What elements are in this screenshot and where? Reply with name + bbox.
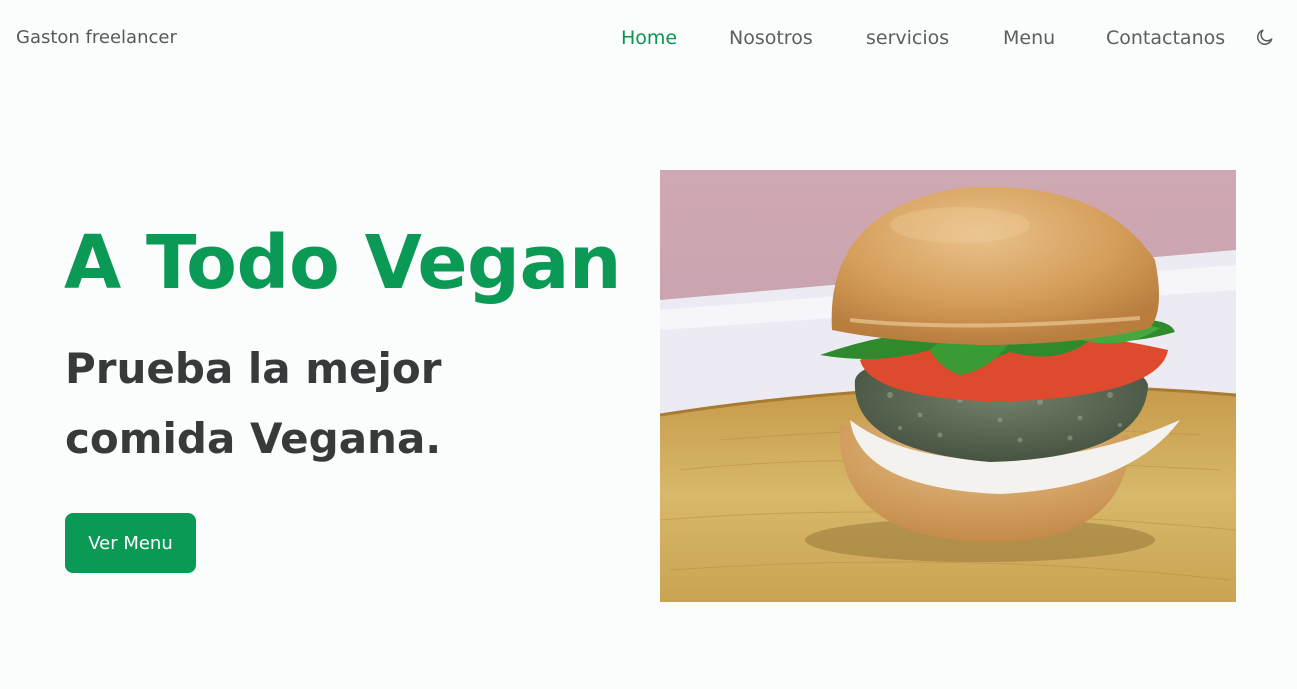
theme-toggle-button[interactable] bbox=[1255, 27, 1275, 47]
site-header: Gaston freelancer Home Nosotros servicio… bbox=[0, 0, 1297, 76]
nav-link-nosotros[interactable]: Nosotros bbox=[729, 26, 813, 50]
nav-link-menu[interactable]: Menu bbox=[1003, 26, 1055, 50]
nav-link-home[interactable]: Home bbox=[621, 26, 677, 50]
nav-link-servicios[interactable]: servicios bbox=[866, 26, 949, 50]
nav-link-contactanos[interactable]: Contactanos bbox=[1106, 26, 1225, 50]
hero-subtitle: Prueba la mejor comida Vegana. bbox=[65, 344, 442, 463]
ver-menu-button[interactable]: Ver Menu bbox=[65, 513, 196, 573]
hero-title: A Todo Vegan bbox=[64, 220, 622, 306]
moon-icon bbox=[1257, 29, 1273, 45]
hero-burger-image bbox=[660, 170, 1236, 602]
brand-name[interactable]: Gaston freelancer bbox=[16, 26, 177, 50]
